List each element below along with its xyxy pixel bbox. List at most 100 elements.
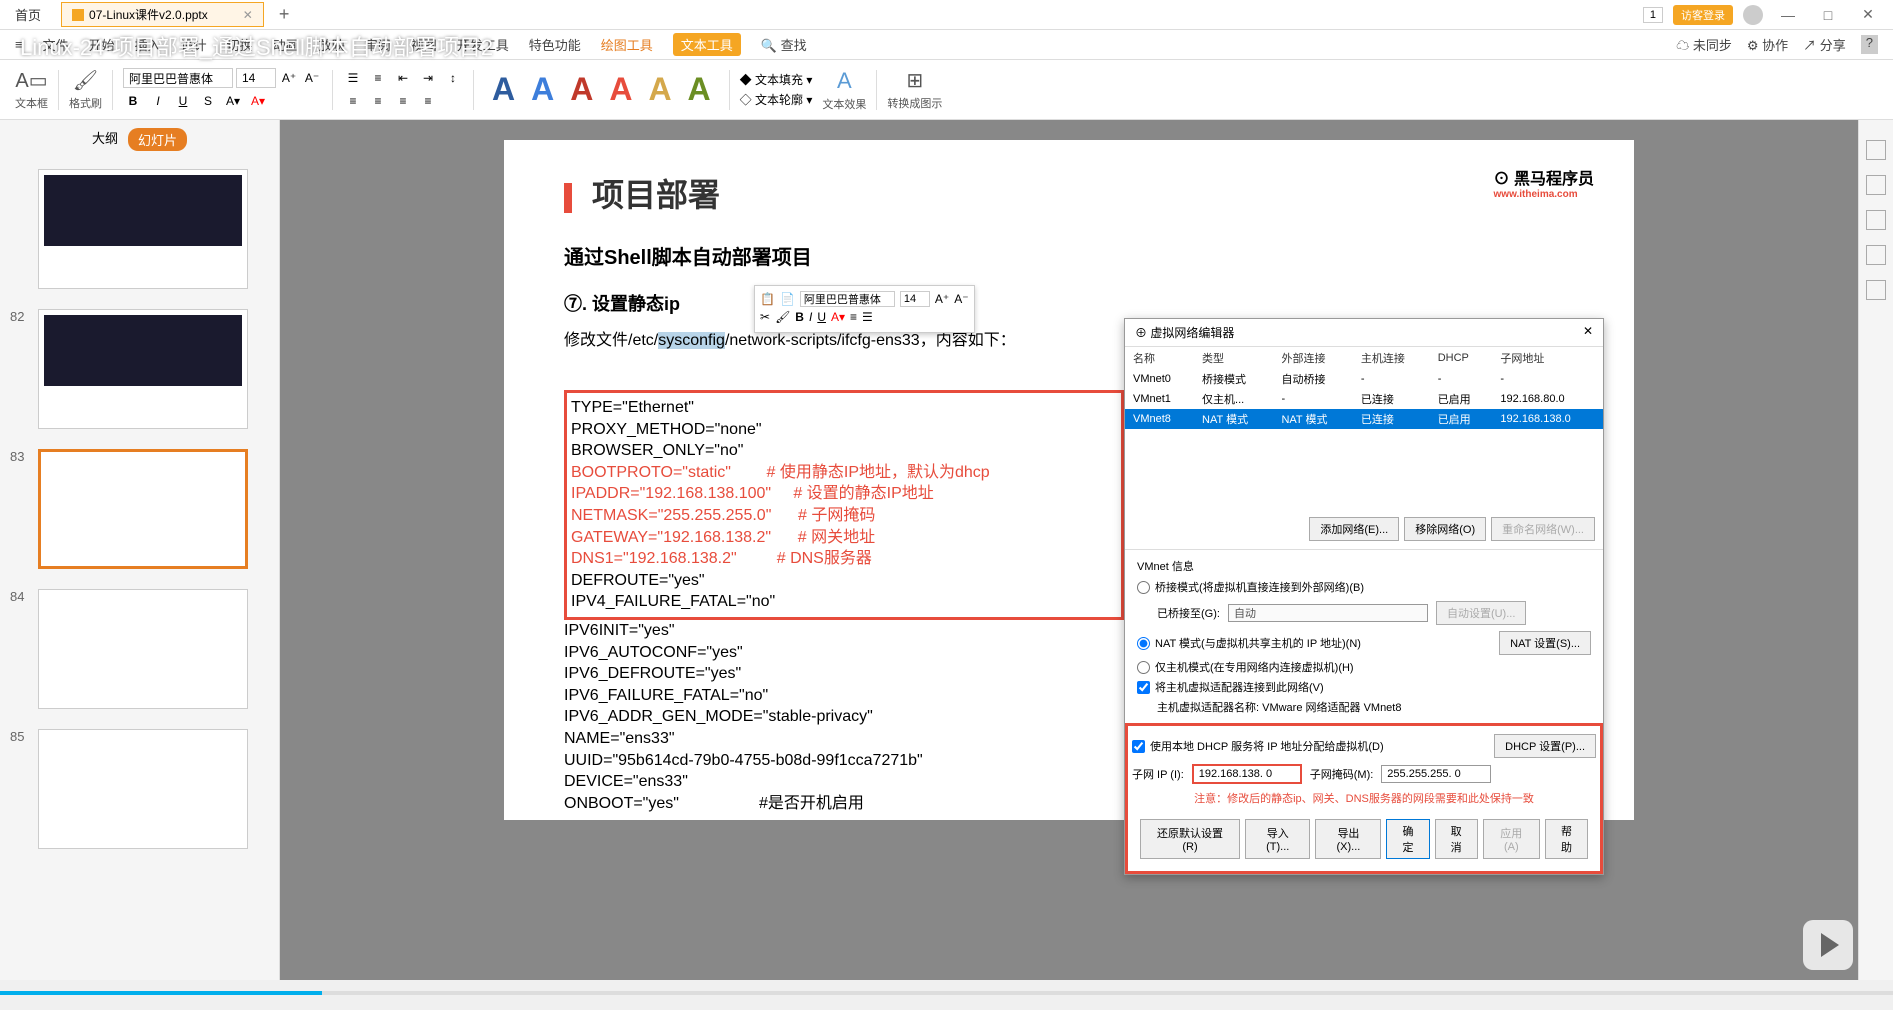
- thumb-84[interactable]: 84: [0, 579, 279, 719]
- avatar-icon[interactable]: [1743, 5, 1763, 25]
- style-a1[interactable]: A: [484, 71, 523, 108]
- minimize-button[interactable]: —: [1773, 7, 1803, 23]
- subnet-mask-input[interactable]: [1381, 765, 1491, 783]
- bold-button[interactable]: B: [123, 91, 143, 111]
- mini-dec-icon[interactable]: A⁻: [954, 292, 968, 306]
- tool-icon-3[interactable]: [1866, 210, 1886, 230]
- sync-status[interactable]: ☁ 未同步: [1676, 35, 1732, 54]
- format-painter[interactable]: 🖌 格式刷: [69, 68, 102, 111]
- help-button[interactable]: 帮助: [1545, 819, 1588, 859]
- hamburger-icon[interactable]: ≡: [15, 37, 23, 52]
- add-network-button[interactable]: 添加网络(E)...: [1309, 517, 1399, 541]
- style-a5[interactable]: A: [640, 71, 679, 108]
- tool-icon-1[interactable]: [1866, 140, 1886, 160]
- copy-icon[interactable]: 📋: [760, 292, 775, 306]
- restore-button[interactable]: 还原默认设置(R): [1140, 819, 1240, 859]
- linespace-icon[interactable]: ↕: [443, 68, 463, 88]
- menu-start[interactable]: 开始: [89, 35, 115, 54]
- style-a3[interactable]: A: [562, 71, 601, 108]
- subnet-ip-input[interactable]: [1192, 764, 1302, 784]
- hostonly-radio[interactable]: [1137, 661, 1150, 674]
- slide[interactable]: ⊙ 黑马程序员 www.itheima.com 项目部署 通过Shell脚本自动…: [504, 140, 1634, 820]
- bridge-radio[interactable]: [1137, 581, 1150, 594]
- mini-color[interactable]: A▾: [831, 310, 845, 324]
- mini-bullet[interactable]: ☰: [862, 310, 873, 324]
- new-tab-button[interactable]: +: [279, 4, 290, 25]
- table-row-selected[interactable]: VMnet8NAT 模式NAT 模式 已连接已启用192.168.138.0: [1125, 409, 1603, 429]
- tool-icon-4[interactable]: [1866, 245, 1886, 265]
- bullet-icon[interactable]: ☰: [343, 68, 363, 88]
- paste-icon[interactable]: 📄: [780, 292, 795, 306]
- thumb-81[interactable]: [0, 159, 279, 299]
- menu-transition[interactable]: 切换: [227, 35, 253, 54]
- mini-brush-icon[interactable]: 🖌: [775, 310, 790, 324]
- align-left-icon[interactable]: ≡: [343, 91, 363, 111]
- highlight-button[interactable]: A▾: [223, 91, 243, 111]
- mini-toolbar[interactable]: 📋 📄 A⁺ A⁻ ✂ 🖌 B I U A▾ ≡ ☰: [754, 285, 975, 333]
- strike-button[interactable]: S: [198, 91, 218, 111]
- cancel-button[interactable]: 取消: [1435, 819, 1478, 859]
- tab-home[interactable]: 首页: [0, 5, 56, 24]
- play-button[interactable]: [1803, 920, 1853, 970]
- align-center-icon[interactable]: ≡: [368, 91, 388, 111]
- decrease-font-icon[interactable]: A⁻: [302, 68, 322, 88]
- text-outline-button[interactable]: ◇ 文本轮廓 ▾: [740, 91, 813, 108]
- table-row[interactable]: VMnet1仅主机...- 已连接已启用192.168.80.0: [1125, 389, 1603, 409]
- increase-font-icon[interactable]: A⁺: [279, 68, 299, 88]
- italic-button[interactable]: I: [148, 91, 168, 111]
- tab-file[interactable]: 07-Linux课件v2.0.pptx ✕: [61, 2, 264, 27]
- share-button[interactable]: ↗ 分享: [1803, 35, 1846, 54]
- mini-align[interactable]: ≡: [850, 310, 857, 324]
- nat-set-button[interactable]: NAT 设置(S)...: [1499, 631, 1591, 655]
- menu-file[interactable]: 文件: [43, 35, 69, 54]
- remove-network-button[interactable]: 移除网络(O): [1404, 517, 1486, 541]
- menu-view[interactable]: 视图: [411, 35, 437, 54]
- mini-font[interactable]: [800, 291, 895, 307]
- align-right-icon[interactable]: ≡: [393, 91, 413, 111]
- progress-bar[interactable]: [0, 991, 1893, 995]
- help-icon[interactable]: ?: [1861, 35, 1878, 54]
- indent-right-icon[interactable]: ⇥: [418, 68, 438, 88]
- style-a2[interactable]: A: [523, 71, 562, 108]
- mini-underline[interactable]: U: [817, 310, 826, 324]
- mini-size[interactable]: [900, 291, 930, 307]
- menu-drawing[interactable]: 绘图工具: [601, 35, 653, 54]
- tab-outline[interactable]: 大纲: [92, 128, 118, 151]
- rename-network-button[interactable]: 重命名网络(W)...: [1491, 517, 1595, 541]
- mini-italic[interactable]: I: [809, 310, 812, 324]
- tool-icon-2[interactable]: [1866, 175, 1886, 195]
- textbox-group[interactable]: A▭ 文本框: [15, 68, 48, 111]
- number-icon[interactable]: ≡: [368, 68, 388, 88]
- indent-left-icon[interactable]: ⇤: [393, 68, 413, 88]
- fontcolor-button[interactable]: A▾: [248, 91, 268, 111]
- export-button[interactable]: 导出(X)...: [1315, 819, 1381, 859]
- ok-button[interactable]: 确定: [1386, 819, 1429, 859]
- text-effect-button[interactable]: A 文本效果: [822, 68, 866, 112]
- style-a4[interactable]: A: [601, 71, 640, 108]
- menu-animation[interactable]: 动画: [273, 35, 299, 54]
- collab-button[interactable]: ⚙ 协作: [1747, 35, 1788, 54]
- text-fill-button[interactable]: ◆ 文本填充 ▾: [740, 71, 813, 88]
- thumb-82[interactable]: 82: [0, 299, 279, 439]
- close-icon[interactable]: ✕: [243, 8, 253, 22]
- underline-button[interactable]: U: [173, 91, 193, 111]
- align-justify-icon[interactable]: ≡: [418, 91, 438, 111]
- menu-devtools[interactable]: 开发工具: [457, 35, 509, 54]
- thumb-85[interactable]: 85: [0, 719, 279, 859]
- mini-inc-icon[interactable]: A⁺: [935, 292, 949, 306]
- menu-review[interactable]: 审阅: [365, 35, 391, 54]
- vmware-dialog[interactable]: ⊕ 虚拟网络编辑器 ✕ 名称类型外部连接 主机连接DHCP子网地址 VMnet0…: [1124, 318, 1604, 875]
- menu-slideshow[interactable]: 放映: [319, 35, 345, 54]
- nat-radio[interactable]: [1137, 637, 1150, 650]
- dhcp-set-button[interactable]: DHCP 设置(P)...: [1494, 734, 1596, 758]
- vmware-close-icon[interactable]: ✕: [1583, 324, 1593, 341]
- size-select[interactable]: [236, 68, 276, 88]
- maximize-button[interactable]: □: [1813, 7, 1843, 23]
- connect-host-check[interactable]: [1137, 681, 1150, 694]
- menu-search[interactable]: 🔍 查找: [761, 35, 807, 54]
- close-button[interactable]: ✕: [1853, 6, 1883, 23]
- convert-button[interactable]: ⊞ 转换成图示: [887, 68, 942, 111]
- mini-cut-icon[interactable]: ✂: [760, 310, 770, 324]
- menu-texttool[interactable]: 文本工具: [673, 33, 741, 56]
- login-button[interactable]: 访客登录: [1673, 5, 1733, 25]
